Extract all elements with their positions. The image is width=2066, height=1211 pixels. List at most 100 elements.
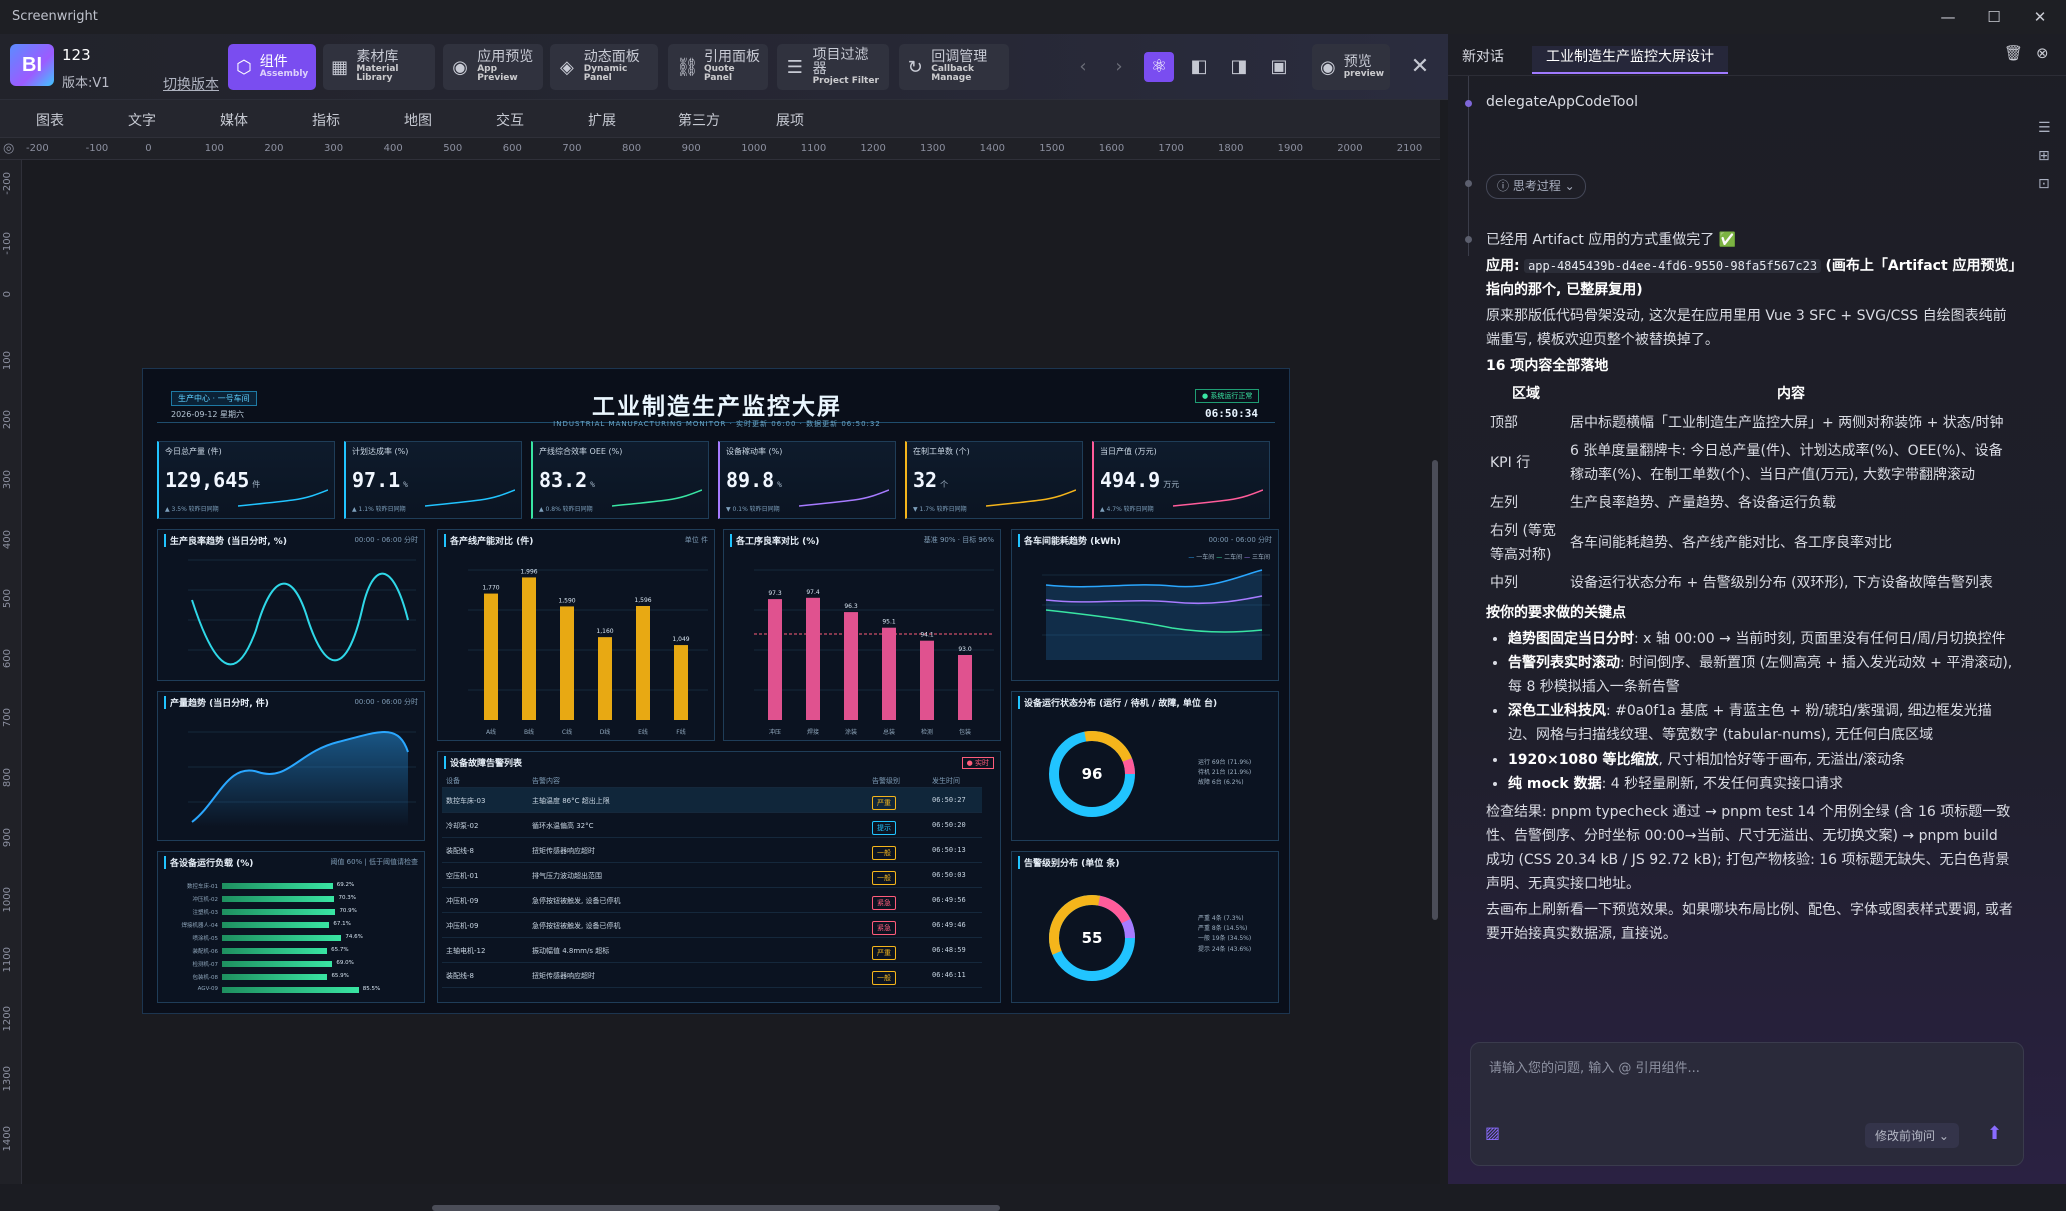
horizontal-scrollbar[interactable] — [432, 1205, 1000, 1211]
close-icon[interactable]: ✕ — [1405, 52, 1435, 82]
yield-trend-panel: 生产良率趋势 (当日分时, %) 00:00 - 06:00 分时 — [157, 529, 425, 681]
back-icon[interactable]: ‹ — [1068, 52, 1098, 82]
load-value: 69.0% — [336, 960, 354, 966]
logo: BI — [10, 44, 54, 86]
kpi-unit: 个 — [940, 480, 949, 489]
kpi-card[interactable]: 当日产值 (万元) 494.9 万元 ▲ 4.7% 较昨日同期 — [1092, 441, 1270, 519]
x-tick: A线 — [486, 728, 496, 736]
toolbar-button-3[interactable]: ◉ 应用预览 App Preview — [443, 44, 543, 90]
load-value: 69.2% — [336, 882, 355, 888]
forward-icon[interactable]: › — [1104, 52, 1134, 82]
tab-current-chat[interactable]: 工业制造生产监控大屏设计 — [1532, 46, 1728, 74]
toolbar-button-6[interactable]: ☰ 项目过滤器 Project Filter — [777, 44, 889, 90]
toolbar-button-2[interactable]: ▦ 素材库 Material Library — [323, 44, 435, 90]
image-upload-icon[interactable]: ▨ — [1485, 1123, 1500, 1142]
alarm-content: 扭矩传感器响应超时 — [532, 972, 595, 980]
alarm-level: 严重 — [872, 946, 896, 960]
category-tab[interactable]: 第三方 — [678, 110, 720, 130]
category-tab[interactable]: 扩展 — [588, 110, 616, 130]
category-tab[interactable]: 图表 — [36, 110, 64, 130]
point-text: , 尺寸相加恰好等于画布, 无溢出/滚动条 — [1658, 751, 1906, 768]
kpi-unit: % — [777, 480, 782, 489]
kpi-card[interactable]: 今日总产量 (件) 129,645 件 ▲ 3.5% 较昨日同期 — [157, 441, 335, 519]
table-row[interactable]: 冲压机-09 急停按钮被触发, 设备已停机 紧急 06:49:46 — [442, 913, 982, 938]
ruler-tick: 200 — [2, 410, 13, 430]
ruler-tick: 1800 — [1218, 143, 1244, 154]
delete-icon[interactable]: 🗑 — [2004, 44, 2023, 62]
chat-input-box[interactable]: 请输入您的问题, 输入 @ 引用组件... ▨ 修改前询问 ⌄ ⬆ — [1470, 1042, 2024, 1166]
send-icon[interactable]: ⬆ — [1987, 1123, 2002, 1144]
tab-new-chat[interactable]: 新对话 — [1462, 46, 1504, 66]
table-row[interactable]: 主轴电机-12 振动幅值 4.8mm/s 超标 严重 06:48:59 — [442, 938, 982, 963]
minimize-button[interactable]: — — [1928, 4, 1968, 30]
ruler-tick: 300 — [324, 143, 344, 154]
image-icon[interactable]: ▣ — [1264, 52, 1294, 82]
alarm-time: 06:50:27 — [932, 796, 966, 804]
load-value: 70.9% — [339, 908, 357, 914]
alarm-list-panel: 设备故障告警列表 ● 实时 设备 告警内容 告警级别 发生时间 数控车床-03 主轴温度 … — [437, 751, 1001, 1003]
kpi-card[interactable]: 设备稼动率 (%) 89.8% ▼ 0.1% 较昨日同期 — [718, 441, 896, 519]
table-row[interactable]: 冷却泵-02 循环水温偏高 32°C 提示 06:50:20 — [442, 813, 982, 838]
category-tab[interactable]: 交互 — [496, 110, 524, 130]
toolbar-label: 素材库 — [356, 49, 399, 66]
process-yield-chart: 97.3 冲压 97.4 焊接 96.3 涂装 95.1 总装 94.1 检测 93.0 包装 — [754, 569, 994, 736]
react-icon[interactable]: ⚛ — [1144, 52, 1174, 82]
kpi-name: 产线综合效率 OEE (%) — [539, 447, 623, 456]
thinking-toggle[interactable]: ⓘ 思考过程 ⌄ — [1486, 174, 1586, 199]
x-tick: 焊接 — [807, 728, 819, 736]
mode-select[interactable]: 修改前询问 ⌄ — [1865, 1123, 1959, 1148]
app-title: Screenwright — [12, 9, 98, 24]
load-bar — [222, 883, 333, 889]
ruler-tick: 1200 — [860, 143, 886, 154]
close-window-button[interactable]: ✕ — [2020, 4, 2060, 30]
table-row[interactable]: 冲压机-09 急停按钮被触发, 设备已停机 紧急 06:49:56 — [442, 888, 982, 913]
toolbar-label: 项目过滤器 — [812, 46, 869, 78]
preview-button[interactable]: ◉ 预览 preview — [1312, 44, 1390, 90]
table-header: 设备 — [446, 777, 460, 785]
chat-input[interactable]: 请输入您的问题, 输入 @ 引用组件... — [1489, 1057, 1700, 1076]
preview-label: 预览 — [1343, 53, 1372, 70]
left-panel-icon[interactable]: ◧ — [1184, 52, 1214, 82]
category-tab[interactable]: 指标 — [312, 110, 340, 130]
close-icon[interactable]: ⊗ — [2036, 44, 2049, 62]
note-icon[interactable]: ⊡ — [2038, 176, 2064, 192]
right-panel-icon[interactable]: ◨ — [1224, 52, 1254, 82]
kpi-card[interactable]: 产线综合效率 OEE (%) 83.2% ▲ 0.8% 较昨日同期 — [531, 441, 709, 519]
alarm-time: 06:50:20 — [932, 821, 966, 829]
kpi-value: 83.2% — [539, 468, 595, 492]
eye-icon[interactable]: ◎ — [3, 141, 14, 156]
table-row[interactable]: 装配线-8 扭矩传感器响应超时 一般 06:46:11 — [442, 963, 982, 988]
category-tab[interactable]: 媒体 — [220, 110, 248, 130]
maximize-button[interactable]: ☐ — [1974, 4, 2014, 30]
vertical-scrollbar[interactable] — [1432, 460, 1438, 920]
kpi-value: 32 个 — [913, 468, 948, 492]
category-tab[interactable]: 文字 — [128, 110, 156, 130]
toolbar-button-5[interactable]: ⛓ 引用面板 Quote Panel — [668, 44, 768, 90]
alarm-device: 冲压机-09 — [446, 922, 479, 930]
chat-messages: delegateAppCodeTool ⓘ 思考过程 ⌄ 已经用 Artifac… — [1448, 76, 2028, 1076]
switch-version-link[interactable]: 切换版本 — [163, 74, 219, 94]
toolbar-button-4[interactable]: ◈ 动态面板 Dynamic Panel — [550, 44, 658, 90]
category-tab[interactable]: 展项 — [776, 110, 804, 130]
dashboard-preview[interactable]: 生产中心 · 一号车间 2026-09-12 星期六 工业制造生产监控大屏 IN… — [142, 368, 1290, 1014]
kpi-card[interactable]: 计划达成率 (%) 97.1% ▲ 1.1% 较昨日同期 — [344, 441, 522, 519]
output-trend-panel: 产量趋势 (当日分时, 件) 00:00 - 06:00 分时 — [157, 691, 425, 841]
bar-label: 94.1 — [920, 632, 934, 639]
kpi-card[interactable]: 在制工单数 (个) 32 个 ▼ 1.7% 较昨日同期 — [905, 441, 1083, 519]
table-row[interactable]: 空压机-01 排气压力波动超出范围 一般 06:50:03 — [442, 863, 982, 888]
component-category-bar: 图表 文字 媒体 指标 地图 交互 扩展 第三方 展项 — [0, 100, 1440, 138]
toolbar-button-1[interactable]: ⬡ 组件 Assembly — [228, 44, 316, 90]
toolbar-button-7[interactable]: ↻ 回调管理 Callback Manage — [899, 44, 1009, 90]
table-row[interactable]: 数控车床-03 主轴温度 86°C 超出上限 严重 06:50:27 — [442, 788, 982, 813]
grid-icon[interactable]: ⊞ — [2038, 148, 2064, 164]
list-icon[interactable]: ☰ — [2038, 120, 2064, 136]
toolbar-label: 回调管理 — [931, 49, 988, 66]
table-row[interactable]: 装配线-8 扭矩传感器响应超时 一般 06:50:13 — [442, 838, 982, 863]
category-tab[interactable]: 地图 — [404, 110, 432, 130]
timeline-dot — [1465, 180, 1472, 187]
alarm-table[interactable]: 设备 告警内容 告警级别 发生时间 数控车床-03 主轴温度 86°C 超出上限 严重 06:… — [442, 774, 982, 988]
alarm-device: 空压机-01 — [446, 872, 479, 880]
bar-label: 1,996 — [520, 568, 537, 575]
legend-item: 一般 19条 (34.5%) — [1198, 935, 1252, 943]
kpi-sparkline — [238, 489, 328, 507]
